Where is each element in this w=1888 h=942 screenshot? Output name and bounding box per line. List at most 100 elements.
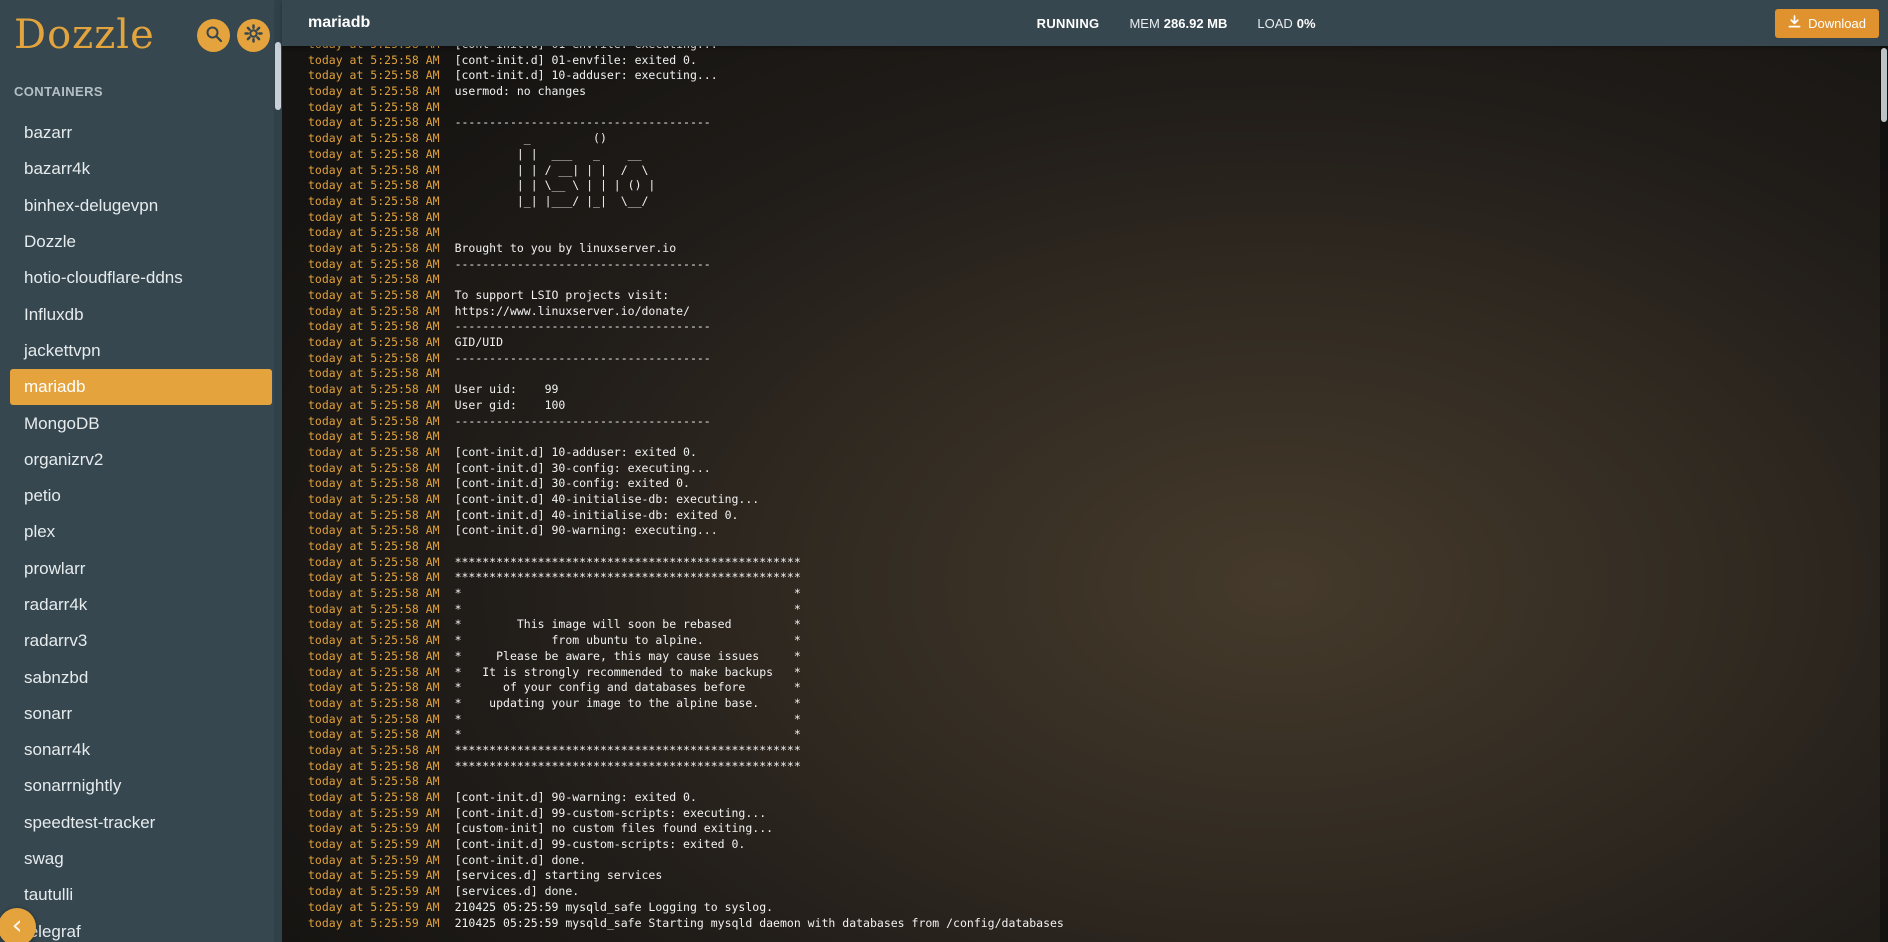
log-message: [cont-init.d] 90-warning: exited 0.: [455, 790, 697, 804]
sidebar-scrollbar-thumb[interactable]: [275, 42, 281, 110]
container-name: swag: [24, 849, 64, 869]
sidebar-header: Dozzle: [0, 0, 282, 64]
log-line: today at 5:25:58 AM: [308, 210, 1888, 226]
log-timestamp: today at 5:25:59 AM: [308, 868, 440, 882]
download-label: Download: [1808, 16, 1866, 31]
page-scrollbar-thumb[interactable]: [1881, 48, 1887, 122]
sidebar-container-item[interactable]: Influxdb: [10, 296, 272, 332]
log-line: today at 5:25:58 AM* Please be aware, th…: [308, 649, 1888, 665]
sidebar-container-item[interactable]: sabnzbd: [10, 659, 272, 695]
container-name: prowlarr: [24, 559, 85, 579]
sidebar-scrollbar[interactable]: [274, 0, 282, 942]
log-line: today at 5:25:58 AM* *: [308, 727, 1888, 743]
mem-value: 286.92 MB: [1164, 16, 1228, 31]
log-line: today at 5:25:58 AM---------------------…: [308, 319, 1888, 335]
log-message: [cont-init.d] 10-adduser: exited 0.: [455, 445, 697, 459]
sidebar-container-item[interactable]: prowlarr: [10, 551, 272, 587]
log-line: today at 5:25:58 AM: [308, 366, 1888, 382]
log-line: today at 5:25:58 AMhttps://www.linuxserv…: [308, 304, 1888, 320]
log-line: today at 5:25:58 AM[cont-init.d] 90-warn…: [308, 790, 1888, 806]
sidebar-container-item[interactable]: speedtest-tracker: [10, 805, 272, 841]
log-message: -------------------------------------: [455, 257, 711, 271]
log-message: [cont-init.d] 99-custom-scripts: exited …: [455, 837, 746, 851]
sidebar-container-item[interactable]: radarr4k: [10, 587, 272, 623]
log-line: today at 5:25:58 AM _ (): [308, 131, 1888, 147]
sidebar-container-item[interactable]: plex: [10, 514, 272, 550]
page-scrollbar[interactable]: [1880, 46, 1888, 942]
sidebar-container-item[interactable]: petio: [10, 478, 272, 514]
log-message: _ (): [455, 131, 607, 145]
log-timestamp: today at 5:25:58 AM: [308, 304, 440, 318]
container-list[interactable]: bazarr bazarr4k binhex-delugevpn Dozzle …: [0, 105, 282, 942]
log-line: today at 5:25:58 AM: [308, 539, 1888, 555]
log-timestamp: today at 5:25:58 AM: [308, 241, 440, 255]
status-badge: RUNNING: [1037, 16, 1100, 31]
download-button[interactable]: Download: [1775, 9, 1879, 38]
sidebar-container-item[interactable]: swag: [10, 841, 272, 877]
log-timestamp: today at 5:25:58 AM: [308, 743, 440, 757]
log-timestamp: today at 5:25:58 AM: [308, 461, 440, 475]
sidebar-container-item[interactable]: Dozzle: [10, 224, 272, 260]
log-message: [cont-init.d] done.: [455, 853, 587, 867]
log-line: today at 5:25:58 AMGID/UID: [308, 335, 1888, 351]
log-view[interactable]: today at 5:25:58 AM [cont-init.d] 01-envf…: [282, 46, 1888, 942]
log-message: [cont-init.d] 40-initialise-db: executin…: [455, 492, 760, 506]
sidebar-container-item[interactable]: binhex-delugevpn: [10, 188, 272, 224]
sidebar-container-item[interactable]: mariadb: [10, 369, 272, 405]
log-timestamp: today at 5:25:58 AM: [308, 414, 440, 428]
log-message: -------------------------------------: [455, 115, 711, 129]
log-timestamp: today at 5:25:58 AM: [308, 288, 440, 302]
collapse-sidebar-button[interactable]: ‹: [0, 908, 36, 942]
log-message: |_| |___/ |_| \__/: [455, 194, 649, 208]
log-message: * *: [455, 712, 801, 726]
app-logo: Dozzle: [14, 12, 190, 58]
log-line: today at 5:25:59 AM [cont-init.d] 99-cust…: [308, 837, 1888, 853]
sidebar-container-item[interactable]: bazarr4k: [10, 151, 272, 187]
load-value: 0%: [1297, 16, 1316, 31]
log-line: today at 5:25:58 AM: [308, 225, 1888, 241]
log-timestamp: today at 5:25:58 AM: [308, 84, 440, 98]
settings-button[interactable]: [237, 19, 270, 52]
sidebar-container-item[interactable]: sonarr: [10, 696, 272, 732]
log-line: today at 5:25:58 AM*********************…: [308, 555, 1888, 571]
log-message: -------------------------------------: [455, 351, 711, 365]
sidebar-container-item[interactable]: organizrv2: [10, 442, 272, 478]
log-timestamp: today at 5:25:58 AM: [308, 225, 440, 239]
log-message: * of your config and databases before *: [455, 680, 801, 694]
log-timestamp: today at 5:25:58 AM: [308, 272, 440, 286]
log-line: today at 5:25:58 AM | | ___ _ __: [308, 147, 1888, 163]
log-timestamp: today at 5:25:58 AM: [308, 115, 440, 129]
memory-stat: MEM286.92 MB: [1129, 16, 1227, 31]
sidebar-container-item[interactable]: sonarr4k: [10, 732, 272, 768]
log-message: [cont-init.d] 90-warning: executing...: [455, 523, 718, 537]
log-line: today at 5:25:58 AM | | / __| | | / \: [308, 163, 1888, 179]
log-timestamp: today at 5:25:58 AM: [308, 696, 440, 710]
log-message: * *: [455, 727, 801, 741]
log-timestamp: today at 5:25:58 AM: [308, 680, 440, 694]
sidebar-container-item[interactable]: MongoDB: [10, 405, 272, 441]
sidebar-container-item[interactable]: bazarr: [10, 115, 272, 151]
container-name: radarrv3: [24, 631, 87, 651]
log-timestamp: today at 5:25:58 AM: [308, 649, 440, 663]
log-message: [cont-init.d] 01-envfile: exited 0.: [455, 53, 697, 67]
log-line: today at 5:25:58 AM---------------------…: [308, 414, 1888, 430]
log-timestamp: today at 5:25:58 AM: [308, 68, 440, 82]
download-icon: [1788, 15, 1801, 31]
log-timestamp: today at 5:25:58 AM: [308, 586, 440, 600]
sidebar-container-item[interactable]: jackettvpn: [10, 333, 272, 369]
sidebar-container-item[interactable]: telegraf: [10, 914, 272, 942]
log-message: User gid: 100: [455, 398, 566, 412]
log-timestamp: today at 5:25:58 AM: [308, 100, 440, 114]
sidebar: Dozzle: [0, 0, 282, 942]
sidebar-container-item[interactable]: radarrv3: [10, 623, 272, 659]
log-timestamp: today at 5:25:59 AM: [308, 884, 440, 898]
gear-icon: [244, 24, 263, 46]
sidebar-container-item[interactable]: sonarrnightly: [10, 768, 272, 804]
container-name: sonarrnightly: [24, 776, 121, 796]
sidebar-container-item[interactable]: hotio-cloudflare-ddns: [10, 260, 272, 296]
log-line: today at 5:25:59 AM[custom-init] no cust…: [308, 821, 1888, 837]
search-button[interactable]: [197, 19, 230, 52]
log-timestamp: today at 5:25:59 AM: [308, 837, 440, 851]
log-timestamp: today at 5:25:58 AM: [308, 476, 440, 490]
sidebar-container-item[interactable]: tautulli: [10, 877, 272, 913]
